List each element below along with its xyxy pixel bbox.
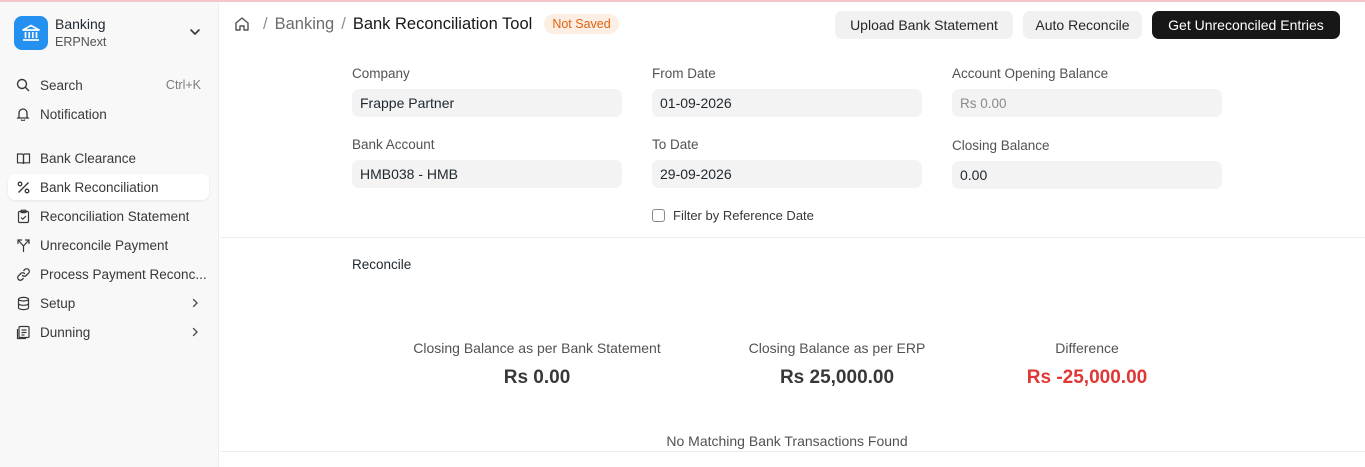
breadcrumb-separator: / [341, 14, 346, 33]
get-unreconciled-entries-button[interactable]: Get Unreconciled Entries [1152, 11, 1340, 39]
search-icon [15, 77, 31, 93]
sidebar-item-label: Setup [40, 295, 76, 311]
chevron-right-icon [192, 327, 198, 337]
sidebar-item-label: Process Payment Reconc... [40, 266, 207, 282]
search-shortcut: Ctrl+K [165, 78, 201, 92]
sidebar-item-label: Dunning [40, 324, 91, 340]
closing-balance-label: Closing Balance [952, 138, 1050, 153]
sidebar-item-label: Bank Clearance [40, 150, 137, 166]
split-icon [15, 237, 31, 253]
app-title: Banking [55, 16, 106, 32]
sidebar-item-dunning[interactable]: Dunning [8, 319, 209, 345]
filter-by-reference-date[interactable]: Filter by Reference Date [652, 208, 814, 223]
app-switcher[interactable]: Banking ERPNext [8, 10, 211, 56]
breadcrumb: / Banking / Bank Reconciliation Tool Not… [234, 13, 619, 35]
empty-transactions-message: No Matching Bank Transactions Found [666, 433, 908, 449]
sidebar: Banking ERPNext Search Ctrl+K Notificati… [0, 2, 219, 467]
sidebar-notification[interactable]: Notification [8, 101, 209, 127]
bank-account-field[interactable]: HMB038 - HMB [352, 160, 622, 188]
opening-balance-label: Account Opening Balance [952, 66, 1109, 81]
company-field[interactable]: Frappe Partner [352, 89, 622, 117]
breadcrumb-banking[interactable]: Banking [275, 15, 335, 34]
bank-account-label: Bank Account [352, 137, 435, 152]
filter-reference-date-label: Filter by Reference Date [673, 208, 814, 223]
receipt-icon [15, 324, 31, 340]
to-date-label: To Date [652, 137, 699, 152]
auto-reconcile-button[interactable]: Auto Reconcile [1023, 11, 1142, 39]
sidebar-item-bank-clearance[interactable]: Bank Clearance [8, 145, 209, 171]
from-date-label: From Date [652, 66, 716, 81]
difference-value: Rs -25,000.00 [1026, 367, 1148, 388]
upload-bank-statement-button[interactable]: Upload Bank Statement [835, 11, 1013, 39]
bank-logo-icon [14, 16, 48, 50]
sidebar-item-label: Unreconcile Payment [40, 237, 169, 253]
difference-label: Difference [1055, 340, 1119, 356]
breadcrumb-separator: / [263, 14, 268, 33]
sidebar-item-setup[interactable]: Setup [8, 290, 209, 316]
app-subtitle: ERPNext [55, 35, 107, 49]
clipboard-icon [15, 208, 31, 224]
reconcile-section-title: Reconcile [352, 257, 412, 272]
database-icon [15, 295, 31, 311]
to-date-field[interactable]: 29-09-2026 [652, 160, 922, 188]
percent-icon [15, 179, 31, 195]
page-header: / Banking / Bank Reconciliation Tool Not… [220, 2, 1365, 48]
company-label: Company [352, 66, 410, 81]
bottom-divider [220, 451, 1365, 452]
bank-statement-balance-label: Closing Balance as per Bank Statement [413, 340, 661, 356]
book-open-icon [15, 150, 31, 166]
sidebar-item-bank-reconciliation[interactable]: Bank Reconciliation [8, 174, 209, 200]
sidebar-item-label: Bank Reconciliation [40, 179, 159, 195]
page-title: Bank Reconciliation Tool [352, 14, 533, 33]
sidebar-item-process-payment-reconciliation[interactable]: Process Payment Reconc... [8, 261, 209, 287]
sidebar-item-label: Reconciliation Statement [40, 208, 190, 224]
link-icon [15, 266, 31, 282]
chevron-down-icon [190, 29, 200, 35]
sidebar-search[interactable]: Search Ctrl+K [8, 72, 209, 98]
sidebar-item-unreconcile-payment[interactable]: Unreconcile Payment [8, 232, 209, 258]
from-date-field[interactable]: 01-09-2026 [652, 89, 922, 117]
section-divider [220, 237, 1365, 238]
sidebar-search-label: Search [40, 77, 83, 93]
bell-icon [15, 106, 31, 122]
chevron-right-icon [192, 298, 198, 308]
closing-balance-field[interactable]: 0.00 [952, 161, 1222, 189]
home-icon[interactable] [234, 16, 250, 32]
opening-balance-field: Rs 0.00 [952, 89, 1222, 117]
bank-statement-balance-value: Rs 0.00 [503, 367, 571, 388]
sidebar-notification-label: Notification [40, 106, 107, 122]
sidebar-item-reconciliation-statement[interactable]: Reconciliation Statement [8, 203, 209, 229]
status-badge: Not Saved [544, 14, 619, 34]
filter-reference-date-checkbox[interactable] [652, 209, 665, 222]
